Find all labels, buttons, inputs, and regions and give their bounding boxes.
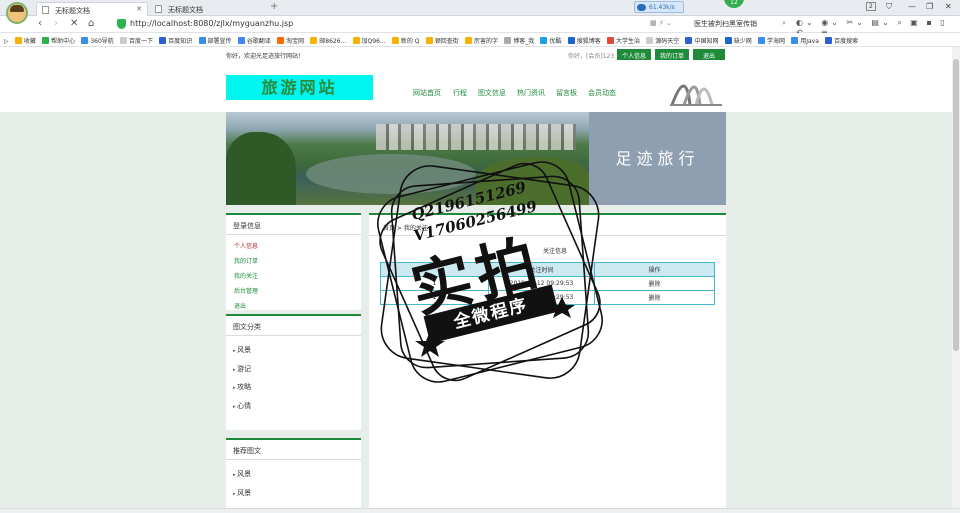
- sidebar-item-profile[interactable]: 个人信息: [234, 239, 361, 254]
- bookmark-item[interactable]: 帮助中心: [42, 36, 75, 45]
- bookmark-item[interactable]: 顿回查街: [425, 36, 459, 45]
- scrollbar-thumb[interactable]: [953, 59, 959, 351]
- nav-photo-articles[interactable]: 图文信息: [478, 88, 506, 98]
- bookmark-item[interactable]: 邮8626...: [310, 36, 346, 45]
- nav-itinerary[interactable]: 行程: [453, 88, 467, 98]
- minimize-icon[interactable]: —: [908, 2, 916, 11]
- logout-button[interactable]: 退出: [693, 49, 725, 60]
- category-box-title: 图文分类: [226, 316, 361, 336]
- tab-title: 无标题文档: [55, 7, 90, 15]
- bookmarks-toggle-icon[interactable]: ▷: [4, 38, 9, 45]
- close-tab-icon[interactable]: ✕: [136, 5, 142, 13]
- recommend-item[interactable]: 风景: [233, 465, 361, 484]
- page-tools-icons[interactable]: ▦ ⚡ ⌄: [650, 19, 672, 27]
- category-item[interactable]: 心情: [233, 397, 361, 416]
- bookmark-item[interactable]: 收藏: [14, 36, 36, 45]
- user-avatar[interactable]: [6, 2, 28, 24]
- bookmark-item[interactable]: 缺少网: [724, 36, 752, 45]
- category-item[interactable]: 风景: [233, 341, 361, 360]
- bookmark-item[interactable]: 新的 Q: [391, 36, 420, 45]
- category-item[interactable]: 攻略: [233, 378, 361, 397]
- content-title: 关注信息: [543, 248, 568, 255]
- sidebar-item-logout[interactable]: 退出: [234, 299, 361, 314]
- stop-icon[interactable]: ✕: [70, 18, 78, 29]
- speed-value: 61.43k/s: [649, 4, 675, 11]
- banner-slogan: 足迹旅行: [589, 112, 726, 205]
- vertical-scrollbar[interactable]: [952, 47, 960, 508]
- notification-badge[interactable]: 12: [724, 0, 744, 8]
- bookmark-item[interactable]: 淘宝网: [277, 36, 304, 45]
- close-window-icon[interactable]: ✕: [945, 2, 952, 11]
- tab-title: 无标题文档: [168, 6, 203, 14]
- bookmark-item[interactable]: 中国知网: [685, 36, 719, 45]
- category-item[interactable]: 游记: [233, 360, 361, 379]
- login-box-title: 登录信息: [226, 215, 361, 235]
- bookmark-item[interactable]: 加Q96...: [352, 36, 386, 45]
- bookmark-item[interactable]: 搜狐博客: [567, 36, 601, 45]
- user-info: 你好，[会员]123: [568, 53, 615, 60]
- network-speed-badge[interactable]: 61.43k/s: [634, 1, 684, 13]
- new-tab-button[interactable]: +: [270, 1, 278, 12]
- delete-link[interactable]: 删除: [594, 290, 715, 305]
- status-bar: [0, 508, 960, 513]
- back-icon[interactable]: ‹: [38, 18, 42, 29]
- sidebar-item-follows[interactable]: 我的关注: [234, 269, 361, 284]
- cloud-icon: [637, 4, 646, 11]
- column-header: 操作: [594, 262, 715, 277]
- nav-member-news[interactable]: 会员动态: [588, 88, 616, 98]
- welcome-text: 你好，欢迎光足迹旅行网站！: [226, 53, 305, 60]
- bookmark-item[interactable]: 学海网: [757, 36, 785, 45]
- search-text: 医生被判扫黑室传销: [694, 20, 757, 28]
- bookmark-item[interactable]: 厉害的字: [464, 36, 498, 45]
- bookmark-item[interactable]: 优酷: [540, 36, 562, 45]
- recommend-box: 推荐图文 风景 风景: [226, 438, 361, 508]
- restore-icon[interactable]: ❐: [926, 2, 933, 11]
- forward-icon[interactable]: ›: [54, 18, 58, 29]
- browser-tab-bar: 无标题文档 ✕ 无标题文档 + 61.43k/s 12 2 ⛉ — ❐ ✕: [0, 0, 960, 24]
- nav-message-board[interactable]: 留言板: [556, 88, 577, 98]
- document-icon: [155, 5, 162, 13]
- site-header: 你好，欢迎光足迹旅行网站！ 你好，[会员]123 个人信息 我的订单 退出 旅游…: [0, 47, 952, 112]
- tab-count-badge[interactable]: 2: [866, 2, 876, 11]
- url-text: http://localhost:8080/zjlx/myguanzhu.jsp: [130, 19, 294, 28]
- bookmark-item[interactable]: 谷歌翻译: [237, 36, 271, 45]
- bookmark-item[interactable]: 大学生治: [606, 36, 640, 45]
- nav-home[interactable]: 网站首页: [413, 88, 441, 98]
- sidebar-item-admin[interactable]: 后台管理: [234, 284, 361, 299]
- bookmark-item[interactable]: 源码天空: [646, 36, 679, 45]
- delete-link[interactable]: 删除: [594, 276, 715, 291]
- recommend-item[interactable]: 风景: [233, 484, 361, 503]
- bookmark-item[interactable]: 用Java: [791, 36, 819, 45]
- shirt-icon[interactable]: ⛉: [886, 2, 892, 12]
- nav-hot-news[interactable]: 热门资讯: [517, 88, 545, 98]
- url-field[interactable]: http://localhost:8080/zjlx/myguanzhu.jsp: [112, 17, 632, 31]
- bookmark-item[interactable]: 百度一下: [120, 36, 153, 45]
- tab-inactive[interactable]: 无标题文档: [150, 2, 265, 16]
- my-orders-button[interactable]: 我的订单: [655, 49, 690, 60]
- bookmark-item[interactable]: 百度搜索: [825, 36, 858, 45]
- landscape-photo: [226, 112, 589, 205]
- home-icon[interactable]: ⌂: [88, 18, 94, 29]
- bookmark-item[interactable]: 360导航: [81, 36, 114, 45]
- bookmarks-bar: ▷ 收藏 帮助中心 360导航 百度一下 百度知识 部署宣传 谷歌翻译 淘宝网 …: [0, 33, 960, 47]
- recommend-box-title: 推荐图文: [226, 440, 361, 460]
- bookmark-item[interactable]: 百度知识: [159, 36, 192, 45]
- site-logo[interactable]: 旅游网站: [226, 75, 373, 100]
- category-box: 图文分类 风景 游记 攻略 心情: [226, 314, 361, 430]
- search-icon[interactable]: ⌕: [782, 19, 786, 28]
- search-input[interactable]: 医生被判扫黑室传销 ⌕: [690, 18, 790, 30]
- tab-active[interactable]: 无标题文档 ✕: [36, 2, 148, 16]
- bookmark-item[interactable]: 部署宣传: [198, 36, 232, 45]
- sidebar-item-orders[interactable]: 我的订单: [234, 254, 361, 269]
- security-shield-icon: [117, 19, 126, 29]
- document-icon: [42, 6, 49, 14]
- arch-logo-icon: [670, 84, 722, 106]
- address-bar-row: ‹ › ✕ ⌂ http://localhost:8080/zjlx/mygua…: [0, 16, 960, 37]
- profile-button[interactable]: 个人信息: [617, 49, 652, 60]
- bookmark-item[interactable]: 博客_我: [504, 36, 534, 45]
- login-info-box: 登录信息 个人信息 我的订单 我的关注 后台管理 退出: [226, 213, 361, 310]
